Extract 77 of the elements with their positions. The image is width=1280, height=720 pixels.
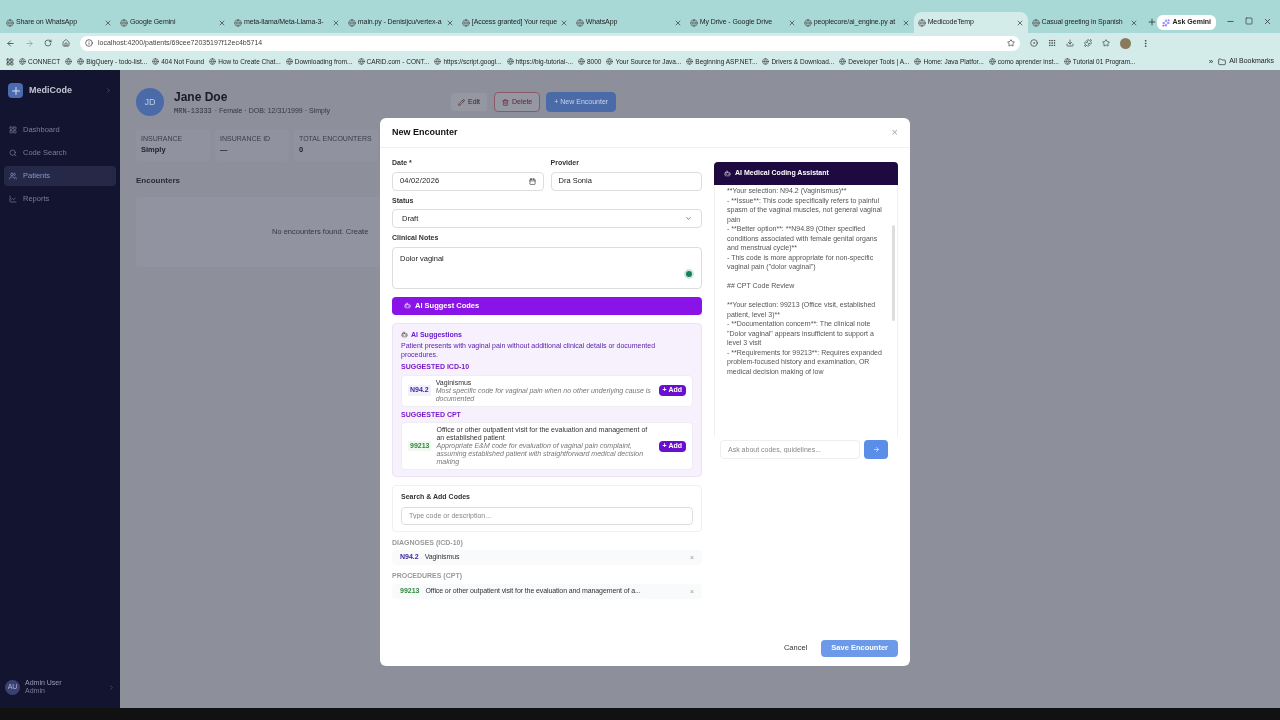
favicon-icon — [77, 58, 85, 65]
reload-icon[interactable] — [44, 39, 52, 47]
favicon-icon — [506, 58, 514, 65]
favicon-icon — [575, 18, 584, 27]
favicon-icon — [1031, 18, 1040, 27]
close-icon[interactable] — [103, 18, 112, 27]
close-icon[interactable] — [673, 18, 682, 27]
favicon-icon — [152, 58, 160, 65]
favicon-icon — [285, 58, 293, 65]
favicon-icon — [357, 58, 365, 65]
close-icon[interactable] — [1263, 17, 1273, 26]
extension-icon[interactable] — [1048, 39, 1056, 47]
favicon-icon — [233, 18, 242, 27]
favicon-icon — [19, 58, 26, 65]
robot-icon — [404, 302, 411, 309]
apps-icon[interactable] — [6, 57, 14, 66]
close-icon[interactable] — [217, 18, 226, 27]
favicon-icon — [434, 58, 442, 65]
profile-avatar[interactable] — [1120, 37, 1131, 49]
send-button[interactable] — [864, 440, 888, 459]
bookmark-star-icon[interactable] — [1007, 39, 1015, 47]
calendar-icon[interactable] — [528, 177, 536, 185]
robot-icon — [724, 170, 731, 177]
more-bookmarks[interactable]: » — [1208, 55, 1214, 68]
bookmark-icon[interactable] — [65, 58, 73, 65]
favicon-icon — [686, 58, 694, 65]
close-icon[interactable] — [1129, 18, 1138, 27]
favicon-icon — [6, 18, 14, 27]
nav-icon — [9, 195, 17, 203]
favicon-icon — [914, 58, 922, 65]
favicon-icon — [988, 58, 996, 65]
extension-icon[interactable] — [1030, 39, 1038, 47]
folder-icon — [1218, 57, 1227, 66]
chevron-icon — [685, 215, 692, 222]
extensions-icon[interactable] — [1084, 39, 1092, 47]
logo-icon — [8, 83, 23, 98]
favicon-icon — [119, 18, 128, 27]
close-icon[interactable] — [901, 18, 910, 27]
nav-icon — [9, 126, 17, 134]
favicon-icon — [578, 58, 585, 65]
favicon-icon — [762, 58, 770, 65]
favicon-icon — [461, 18, 470, 27]
nav-icon — [9, 172, 17, 180]
info-icon — [85, 39, 93, 47]
favicon-icon — [917, 18, 926, 27]
brand-name: MediCode — [29, 83, 73, 97]
robot-icon — [401, 331, 408, 339]
favicon-icon — [689, 18, 698, 27]
favicon-icon — [839, 58, 847, 65]
menu-icon[interactable] — [1141, 38, 1150, 48]
favicon-icon — [209, 58, 217, 65]
scrollbar[interactable] — [892, 225, 895, 321]
favicon-icon — [1063, 58, 1071, 65]
extension-icon[interactable] — [1066, 39, 1074, 47]
close-icon[interactable] — [787, 18, 796, 27]
favicon-icon — [803, 18, 812, 27]
arrow-icon — [872, 446, 880, 453]
sparkle-icon — [1161, 18, 1170, 27]
pencil-icon — [457, 98, 465, 106]
section-title: Encounters — [136, 174, 180, 187]
close-icon[interactable] — [559, 18, 568, 27]
bookmark-star-icon[interactable] — [1102, 39, 1110, 47]
new-tab-icon[interactable] — [1146, 17, 1157, 27]
patient-name: Jane Doe — [174, 89, 229, 106]
back-icon[interactable] — [6, 38, 15, 48]
favicon-icon — [347, 18, 356, 27]
close-icon[interactable] — [1015, 18, 1024, 27]
dialog-title: New Encounter — [392, 125, 458, 139]
close-icon[interactable] — [331, 18, 340, 27]
maximize-icon[interactable] — [1245, 17, 1254, 25]
grammar-icon[interactable] — [684, 268, 694, 279]
nav-icon — [9, 149, 17, 157]
patient-avatar: JD — [136, 88, 164, 117]
home-icon[interactable] — [62, 39, 70, 47]
favicon-icon — [606, 58, 614, 65]
trash-icon — [502, 98, 510, 106]
close-icon[interactable] — [445, 18, 454, 27]
